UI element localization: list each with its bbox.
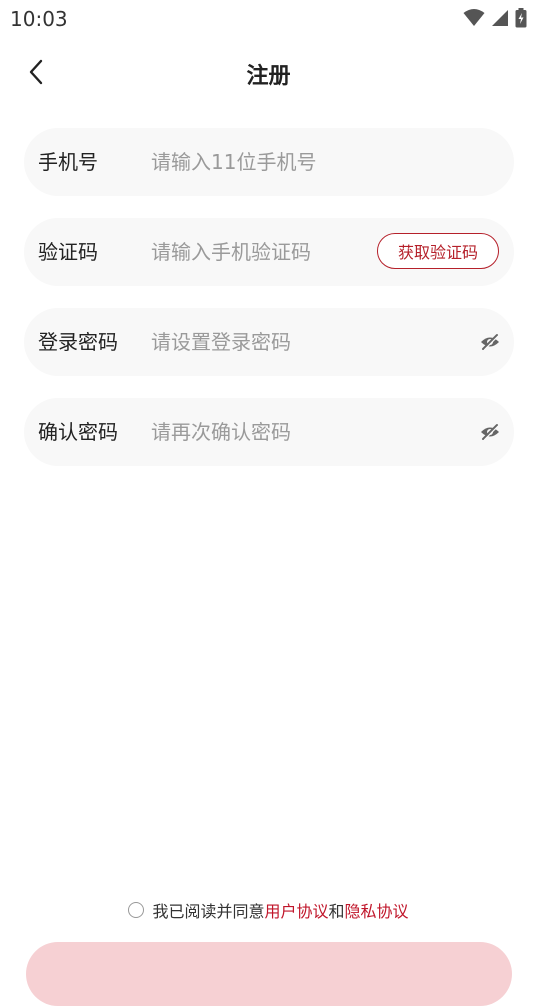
password-label: 登录密码: [38, 330, 118, 354]
wifi-icon: [463, 9, 485, 26]
battery-icon: [515, 8, 527, 28]
confirm-password-field: 确认密码: [24, 398, 514, 466]
status-icons: [463, 8, 527, 28]
password-field: 登录密码: [24, 308, 514, 376]
status-bar: 10:03: [0, 0, 537, 36]
agreement-prefix: 我已阅读并同意: [152, 902, 265, 921]
privacy-agreement-link[interactable]: 隐私协议: [345, 898, 409, 922]
phone-input[interactable]: [151, 142, 391, 182]
agreement-and: 和: [328, 902, 345, 921]
code-input[interactable]: [151, 232, 361, 272]
confirm-password-input[interactable]: [151, 412, 391, 452]
eye-off-icon[interactable]: [479, 331, 501, 353]
user-agreement-link[interactable]: 用户协议: [264, 898, 328, 922]
nav-bar: 注册: [0, 40, 537, 104]
code-label: 验证码: [38, 240, 98, 264]
status-time: 10:03: [10, 7, 68, 31]
phone-label: 手机号: [38, 150, 98, 174]
agreement-checkbox[interactable]: [128, 902, 145, 918]
register-submit-button[interactable]: [26, 942, 512, 1006]
phone-field: 手机号: [24, 128, 514, 196]
get-code-button[interactable]: 获取验证码: [377, 233, 499, 269]
password-input[interactable]: [151, 322, 391, 362]
agreement-row: 我已阅读并同意 用户协议 和 隐私协议: [0, 898, 537, 922]
eye-off-icon[interactable]: [479, 421, 501, 443]
confirm-password-label: 确认密码: [38, 420, 118, 444]
code-field: 验证码 获取验证码: [24, 218, 514, 286]
page-title: 注册: [246, 64, 291, 89]
cellular-signal-icon: [492, 10, 508, 26]
